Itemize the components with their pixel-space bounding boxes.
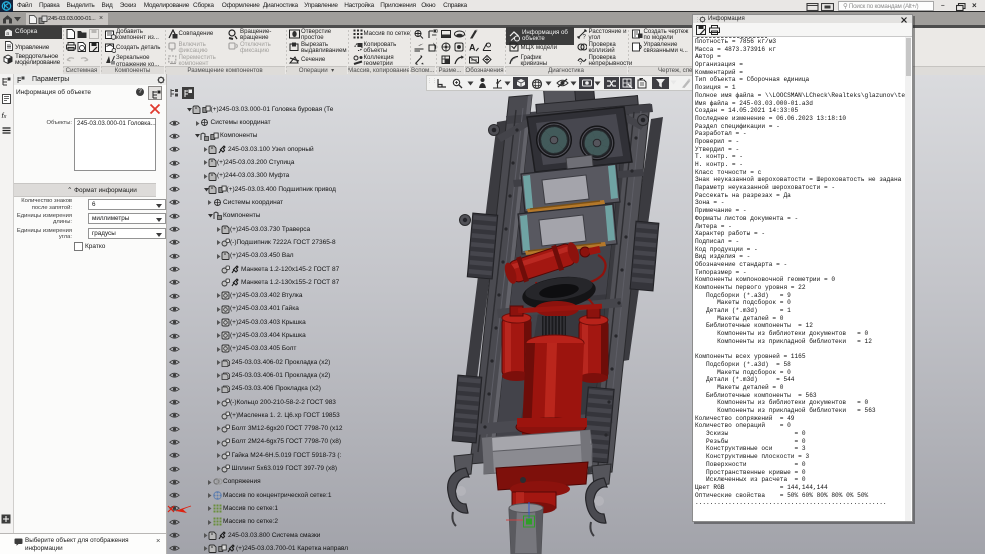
svg-text:a: a <box>6 31 9 37</box>
svg-text:A: A <box>469 42 476 52</box>
svg-text:?: ? <box>579 61 582 65</box>
svg-text:?: ? <box>583 35 587 40</box>
